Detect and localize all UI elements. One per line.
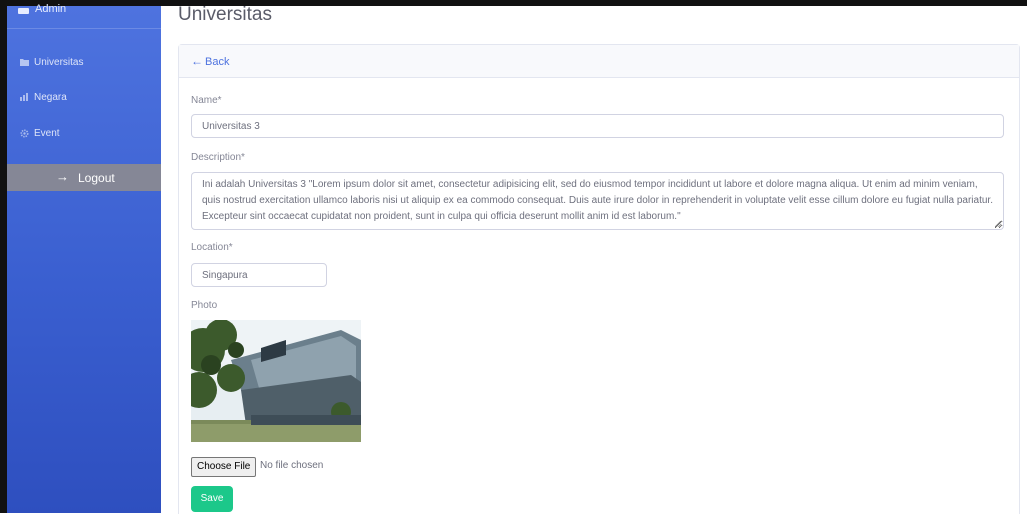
description-label: Description* [191, 152, 245, 163]
sidebar-item-label: Event [34, 128, 60, 139]
sidebar-item-event[interactable]: Event [7, 123, 161, 145]
sidebar-item-label: Universitas [34, 57, 84, 68]
gear-icon [20, 129, 29, 138]
user-icon [18, 8, 29, 14]
name-label: Name* [191, 95, 222, 106]
save-button[interactable]: Save [191, 486, 233, 512]
sidebar-brand[interactable]: Admin [7, 3, 161, 29]
screen-border-left [0, 0, 7, 513]
arrow-left-icon: ← [191, 54, 203, 68]
card-header: ← Back [179, 45, 1019, 78]
edit-form-card: ← Back Name* Universitas 3 Description* I… [178, 44, 1020, 514]
sidebar-brand-label: Admin [35, 3, 67, 15]
sidebar-item-label: Negara [34, 92, 67, 103]
resize-handle[interactable] [995, 221, 1001, 227]
back-label: Back [205, 56, 230, 68]
choose-file-button[interactable]: Choose File [191, 457, 257, 477]
description-text: Ini adalah Universitas 3 "Lorem ipsum do… [202, 179, 993, 222]
photo-label: Photo [191, 300, 218, 311]
location-label: Location* [191, 242, 233, 253]
university-photo [191, 320, 361, 442]
page-title: Universitas [178, 4, 272, 25]
back-link[interactable]: ← Back [191, 54, 229, 68]
name-input[interactable]: Universitas 3 [191, 114, 1004, 138]
location-input[interactable]: Singapura [191, 263, 327, 287]
bar-chart-icon [20, 93, 29, 101]
description-textarea[interactable]: Ini adalah Universitas 3 "Lorem ipsum do… [191, 172, 1004, 230]
sidebar: Admin Universitas Negara Event → Logout [7, 3, 161, 513]
folder-icon [20, 58, 29, 66]
sidebar-item-universitas[interactable]: Universitas [7, 52, 161, 74]
logout-label: Logout [78, 171, 115, 185]
logout-button[interactable]: → Logout [7, 164, 161, 191]
file-status: No file chosen [260, 460, 324, 471]
arrow-right-icon: → [56, 169, 69, 184]
sidebar-item-negara[interactable]: Negara [7, 87, 161, 109]
